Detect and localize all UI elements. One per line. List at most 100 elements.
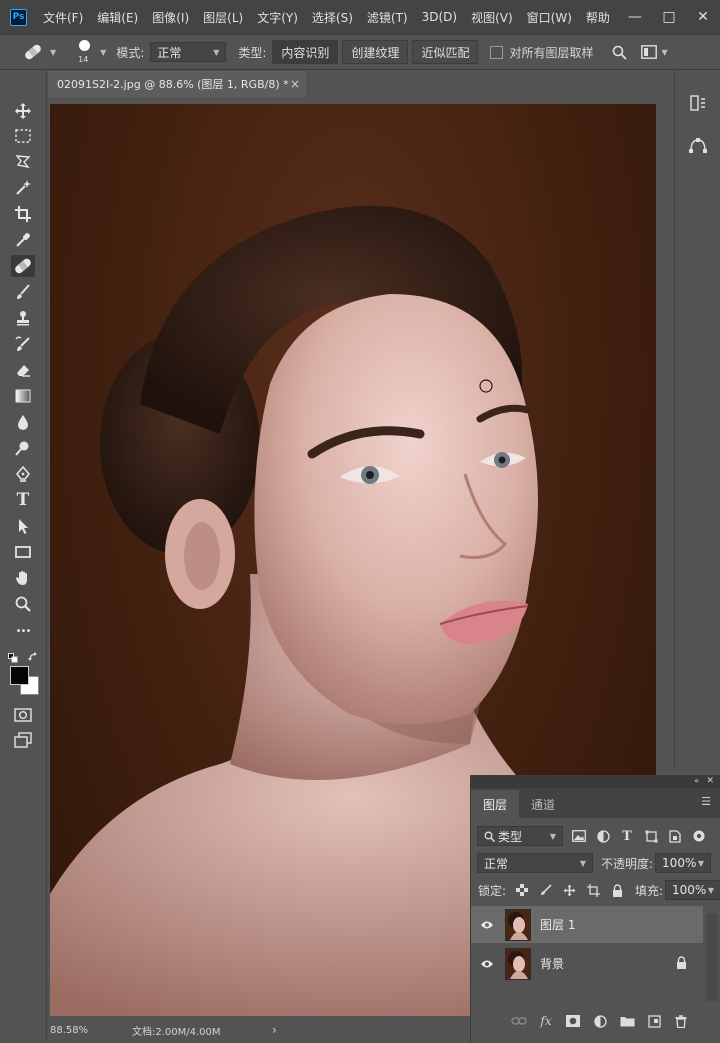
paths-panel-button[interactable] bbox=[687, 134, 709, 156]
crop-tool[interactable] bbox=[11, 203, 35, 225]
blur-tool[interactable] bbox=[11, 411, 35, 433]
close-panel-icon[interactable]: ✕ bbox=[706, 776, 714, 786]
swap-colors-icon[interactable] bbox=[28, 647, 38, 661]
blend-mode-value: 正常 bbox=[484, 856, 509, 871]
chevron-down-icon[interactable]: ▼ bbox=[100, 48, 106, 57]
rectangle-tool[interactable] bbox=[11, 541, 35, 563]
gradient-tool[interactable] bbox=[11, 385, 35, 407]
maximize-button[interactable]: □ bbox=[652, 9, 686, 25]
lock-pixels-button[interactable] bbox=[538, 882, 554, 898]
new-layer-button[interactable] bbox=[646, 1013, 662, 1029]
menu-filter[interactable]: 滤镜(T) bbox=[367, 9, 408, 26]
default-colors-icon[interactable] bbox=[8, 648, 18, 663]
type-tool[interactable]: T bbox=[11, 489, 35, 511]
mode-dropdown[interactable]: 正常 ▼ bbox=[150, 42, 227, 62]
chevron-down-icon[interactable]: ▼ bbox=[50, 48, 56, 57]
workspace-button[interactable] bbox=[639, 45, 659, 59]
tab-layers[interactable]: 图层 bbox=[471, 790, 520, 818]
fill-field[interactable]: 100% ▼ bbox=[664, 880, 720, 900]
filter-smart-object-button[interactable] bbox=[667, 828, 683, 844]
new-adjustment-layer-button[interactable] bbox=[592, 1013, 608, 1029]
document-size: 文档:2.00M/4.00M bbox=[132, 1026, 221, 1038]
sample-all-layers-checkbox[interactable] bbox=[490, 45, 504, 59]
screen-mode-button[interactable] bbox=[11, 729, 35, 751]
history-panel-button[interactable] bbox=[687, 92, 709, 114]
brush-tool[interactable] bbox=[11, 281, 35, 303]
panel-menu-icon[interactable]: ☰ bbox=[701, 795, 711, 808]
lasso-tool[interactable] bbox=[11, 151, 35, 173]
type-proximity-match-button[interactable]: 近似匹配 bbox=[412, 40, 479, 64]
filter-adjustment-button[interactable] bbox=[595, 828, 611, 844]
adjustment-filter-icon bbox=[596, 829, 610, 843]
menu-select[interactable]: 选择(S) bbox=[312, 9, 353, 26]
link-layers-button[interactable] bbox=[511, 1013, 527, 1029]
pen-tool[interactable] bbox=[11, 463, 35, 485]
filter-type-button[interactable]: T bbox=[619, 828, 635, 844]
lock-artboard-button[interactable] bbox=[586, 882, 602, 898]
tool-preset-picker[interactable] bbox=[18, 39, 48, 65]
blend-mode-dropdown[interactable]: 正常 ▼ bbox=[477, 853, 593, 873]
filter-shape-button[interactable] bbox=[643, 828, 659, 844]
lock-position-button[interactable] bbox=[562, 882, 578, 898]
layers-scrollbar[interactable] bbox=[706, 913, 718, 1001]
close-window-button[interactable]: ✕ bbox=[686, 9, 720, 25]
lock-all-button[interactable] bbox=[610, 882, 626, 898]
menu-view[interactable]: 视图(V) bbox=[471, 9, 513, 26]
pen-icon bbox=[15, 465, 31, 482]
minimize-button[interactable]: — bbox=[618, 9, 652, 25]
layer-style-button[interactable]: fx bbox=[538, 1013, 554, 1029]
move-tool[interactable] bbox=[11, 100, 35, 122]
lock-icon bbox=[613, 883, 623, 897]
path-selection-tool[interactable] bbox=[11, 515, 35, 537]
search-button[interactable] bbox=[609, 45, 629, 60]
more-tools-button[interactable]: ••• bbox=[11, 620, 35, 642]
menu-type[interactable]: 文字(Y) bbox=[257, 9, 298, 26]
marquee-tool[interactable] bbox=[11, 125, 35, 147]
zoom-level[interactable]: 88.58% bbox=[48, 1025, 132, 1036]
add-mask-button[interactable] bbox=[565, 1013, 581, 1029]
tab-channels[interactable]: 通道 bbox=[519, 790, 567, 818]
eraser-tool[interactable] bbox=[11, 359, 35, 381]
spot-healing-brush-tool[interactable] bbox=[11, 255, 35, 277]
layer-row-background[interactable]: 背景 bbox=[471, 945, 703, 982]
collapse-panel-icon[interactable]: « bbox=[694, 776, 699, 785]
layer-name[interactable]: 图层 1 bbox=[540, 916, 575, 933]
menu-layer[interactable]: 图层(L) bbox=[203, 9, 243, 26]
dodge-tool[interactable] bbox=[11, 437, 35, 459]
status-info-arrow-icon[interactable]: › bbox=[272, 1023, 277, 1037]
quick-mask-button[interactable] bbox=[11, 704, 35, 726]
close-document-icon[interactable]: × bbox=[290, 77, 300, 91]
brush-size-picker[interactable]: 14 bbox=[72, 37, 98, 67]
history-brush-tool[interactable] bbox=[11, 333, 35, 355]
history-brush-icon bbox=[15, 336, 30, 351]
menu-file[interactable]: 文件(F) bbox=[43, 9, 83, 26]
chevron-down-icon[interactable]: ▼ bbox=[661, 48, 667, 57]
layer-row-layer-1[interactable]: 图层 1 bbox=[471, 906, 703, 943]
lock-transparency-button[interactable] bbox=[514, 882, 530, 898]
menu-window[interactable]: 窗口(W) bbox=[527, 9, 572, 26]
menu-edit[interactable]: 编辑(E) bbox=[97, 9, 138, 26]
folder-icon bbox=[620, 1017, 634, 1027]
layer-visibility-toggle[interactable] bbox=[480, 920, 496, 930]
filter-pixel-button[interactable] bbox=[571, 828, 587, 844]
document-tab[interactable]: 02091S2I-2.jpg @ 88.6% (图层 1, RGB/8) * × bbox=[48, 71, 306, 97]
clone-stamp-tool[interactable] bbox=[11, 307, 35, 329]
hand-tool[interactable] bbox=[11, 567, 35, 589]
foreground-color-swatch[interactable] bbox=[10, 666, 29, 685]
eyedropper-tool[interactable] bbox=[11, 229, 35, 251]
layer-visibility-toggle[interactable] bbox=[480, 959, 496, 969]
menu-3d[interactable]: 3D(D) bbox=[422, 10, 457, 24]
layer-name[interactable]: 背景 bbox=[540, 955, 564, 972]
opacity-value: 100% bbox=[662, 856, 697, 870]
menu-image[interactable]: 图像(I) bbox=[152, 9, 189, 26]
menu-help[interactable]: 帮助 bbox=[586, 9, 610, 26]
opacity-field[interactable]: 100% ▼ bbox=[655, 853, 712, 873]
type-create-texture-button[interactable]: 创建纹理 bbox=[342, 40, 409, 64]
zoom-tool[interactable] bbox=[11, 593, 35, 615]
delete-layer-button[interactable] bbox=[673, 1013, 689, 1029]
filter-toggle-button[interactable] bbox=[691, 828, 707, 844]
layer-filter-dropdown[interactable]: 类型 ▼ bbox=[477, 826, 563, 846]
type-content-aware-button[interactable]: 内容识别 bbox=[272, 40, 339, 64]
new-group-button[interactable] bbox=[619, 1013, 635, 1029]
magic-wand-tool[interactable] bbox=[11, 177, 35, 199]
